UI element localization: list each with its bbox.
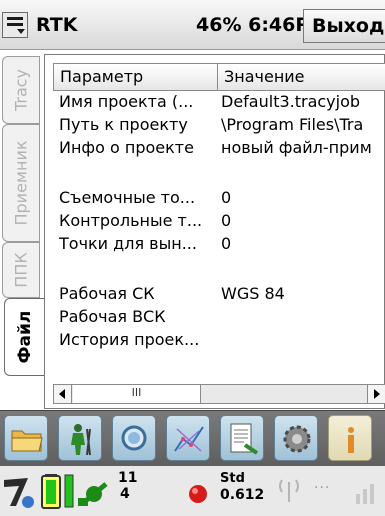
tab-file[interactable]: Файл bbox=[4, 298, 44, 376]
status-bar: 11 4 Std 0.612 ··· bbox=[0, 466, 385, 516]
table-row[interactable]: Рабочая ВСК bbox=[53, 307, 385, 330]
row-param: Съемочные то... bbox=[59, 188, 196, 207]
column-header-value[interactable]: Значение bbox=[218, 64, 385, 90]
radio-icon[interactable] bbox=[274, 474, 304, 504]
table-row[interactable] bbox=[53, 161, 385, 184]
exit-button[interactable]: Выход bbox=[303, 9, 385, 43]
signal-dots: ··· bbox=[314, 480, 331, 496]
tab-file-label: Файл bbox=[14, 310, 35, 364]
table-row[interactable]: Точки для вын... 0 bbox=[53, 234, 385, 257]
row-param: Рабочая ВСК bbox=[59, 307, 166, 326]
solution-label: Std bbox=[220, 471, 245, 486]
scroll-thumb[interactable]: III bbox=[73, 385, 201, 403]
device-logo-icon bbox=[4, 478, 34, 508]
main-toolbar bbox=[0, 410, 385, 466]
chart-icon bbox=[174, 426, 204, 452]
arrow-left-icon bbox=[59, 389, 65, 399]
tab-tracy[interactable]: Tracy bbox=[2, 56, 40, 124]
table-row[interactable] bbox=[53, 257, 385, 280]
table-row[interactable]: Съемочные то... 0 bbox=[53, 188, 385, 211]
row-value: 0 bbox=[221, 211, 232, 230]
arrow-right-icon bbox=[374, 389, 380, 399]
satellite-icon[interactable] bbox=[76, 474, 116, 508]
horizontal-scrollbar[interactable]: III bbox=[53, 384, 385, 404]
project-info-panel: Параметр Значение Имя проекта (... Defau… bbox=[44, 54, 385, 409]
row-value: новый файл-прим bbox=[221, 138, 372, 157]
folder-icon bbox=[11, 430, 43, 452]
info-icon bbox=[348, 427, 354, 453]
map-button[interactable] bbox=[166, 415, 210, 461]
document-icon bbox=[230, 423, 259, 455]
table-row[interactable]: Контрольные т... 0 bbox=[53, 211, 385, 234]
settings-button[interactable] bbox=[274, 415, 318, 461]
info-button[interactable] bbox=[328, 415, 372, 461]
row-value: 0 bbox=[221, 234, 232, 253]
magnifier-icon bbox=[121, 425, 147, 451]
solution-status-icon[interactable] bbox=[186, 480, 216, 510]
battery-icon[interactable] bbox=[38, 472, 64, 510]
row-value: Default3.tracyjob bbox=[221, 92, 361, 111]
row-value: \Program Files\Tra bbox=[221, 115, 364, 134]
signal-strength-icon[interactable] bbox=[352, 480, 382, 506]
row-param: История проек... bbox=[59, 330, 200, 349]
tab-receiver[interactable]: Приемник bbox=[2, 124, 40, 242]
table-row[interactable]: Путь к проекту \Program Files\Tra bbox=[53, 115, 385, 138]
row-param: Контрольные т... bbox=[59, 211, 203, 230]
table-row[interactable]: Рабочая СК WGS 84 bbox=[53, 284, 385, 307]
row-param: Точки для вын... bbox=[59, 234, 197, 253]
row-param: Рабочая СК bbox=[59, 284, 155, 303]
title-bar: RTK 46% 6:46P Выход bbox=[0, 0, 385, 50]
scroll-left-button[interactable] bbox=[54, 385, 72, 403]
row-value: WGS 84 bbox=[221, 284, 285, 303]
battery-time-status: 46% 6:46P bbox=[196, 14, 310, 36]
search-button[interactable] bbox=[112, 415, 156, 461]
surveyor-icon bbox=[71, 424, 91, 456]
grid-header: Параметр Значение bbox=[53, 63, 385, 91]
open-file-button[interactable] bbox=[4, 415, 48, 461]
tab-ppk-label: ППК bbox=[11, 252, 31, 288]
solution-value: 0.612 bbox=[220, 487, 265, 503]
row-param: Имя проекта (... bbox=[59, 92, 194, 111]
table-row[interactable]: Инфо о проекте новый файл-прим bbox=[53, 138, 385, 161]
signal-bar-icon bbox=[64, 474, 74, 508]
tab-tracy-label: Tracy bbox=[11, 68, 31, 112]
survey-button[interactable] bbox=[58, 415, 102, 461]
gear-icon bbox=[283, 425, 311, 453]
column-header-parameter[interactable]: Параметр bbox=[54, 64, 217, 90]
row-param: Инфо о проекте bbox=[59, 138, 194, 157]
menu-icon[interactable] bbox=[2, 12, 28, 38]
tab-ppk[interactable]: ППК bbox=[2, 242, 40, 298]
row-param: Путь к проекту bbox=[59, 115, 188, 134]
tab-receiver-label: Приемник bbox=[11, 140, 31, 226]
row-value: 0 bbox=[221, 188, 232, 207]
satellites-used: 4 bbox=[120, 486, 130, 502]
app-title: RTK bbox=[36, 14, 78, 36]
scroll-right-button[interactable] bbox=[367, 385, 385, 403]
table-row[interactable]: Имя проекта (... Default3.tracyjob bbox=[53, 92, 385, 115]
satellites-total: 11 bbox=[118, 470, 138, 486]
table-row[interactable]: История проек... bbox=[53, 330, 385, 353]
export-button[interactable] bbox=[220, 415, 264, 461]
